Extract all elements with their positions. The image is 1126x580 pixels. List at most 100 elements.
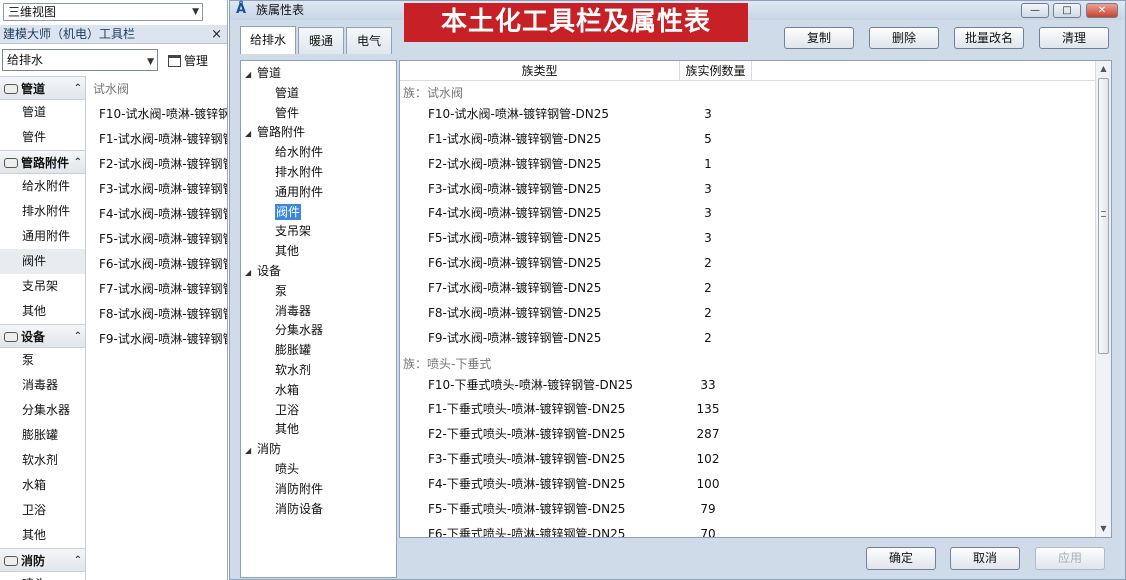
scroll-up-icon[interactable]: ▲ — [1096, 61, 1111, 77]
table-row[interactable]: F2-试水阀-喷淋-镀锌钢管-DN251 — [400, 154, 1100, 174]
category-item[interactable]: 管件 — [0, 125, 85, 150]
table-row[interactable]: F2-下垂式喷头-喷淋-镀锌钢管-DN25287 — [400, 424, 1100, 444]
family-item[interactable]: F1-试水阀-喷淋-镀锌钢管-DN25 — [89, 127, 227, 152]
category-item[interactable]: 消毒器 — [0, 373, 85, 398]
table-row[interactable]: F10-试水阀-喷淋-镀锌钢管-DN253 — [400, 104, 1100, 124]
tree-node[interactable]: 支吊架 — [275, 221, 311, 241]
tree-node[interactable]: 给水附件 — [275, 142, 323, 162]
tree-node[interactable]: 消防设备 — [275, 499, 323, 519]
tree-node[interactable]: 阀件 — [275, 202, 301, 222]
category-item[interactable]: 泵 — [0, 348, 85, 373]
tree-node[interactable]: 其他 — [275, 241, 299, 261]
scroll-down-icon[interactable]: ▼ — [1096, 521, 1111, 537]
category-item[interactable]: 水箱 — [0, 473, 85, 498]
category-item[interactable]: 软水剂 — [0, 448, 85, 473]
collapse-icon[interactable]: ⌃ — [74, 549, 82, 573]
tab-hvac[interactable]: 暖通 — [298, 27, 344, 54]
expand-toggle-icon[interactable]: ◢ — [245, 441, 257, 461]
category-item[interactable]: 分集水器 — [0, 398, 85, 423]
family-item[interactable]: F6-试水阀-喷淋-镀锌钢管-DN25 — [89, 252, 227, 277]
minimize-button[interactable]: — — [1021, 3, 1049, 18]
tree-node[interactable]: 泵 — [275, 281, 287, 301]
tree-node[interactable]: 管件 — [275, 103, 299, 123]
table-row[interactable]: F3-试水阀-喷淋-镀锌钢管-DN253 — [400, 179, 1100, 199]
family-item[interactable]: F4-试水阀-喷淋-镀锌钢管-DN25 — [89, 202, 227, 227]
category-group-header[interactable]: 管路附件⌃ — [0, 150, 85, 174]
tree-node[interactable]: ◢管路附件 — [245, 122, 305, 142]
table-row[interactable]: F3-下垂式喷头-喷淋-镀锌钢管-DN25102 — [400, 449, 1100, 469]
category-group-header[interactable]: 管道⌃ — [0, 76, 85, 100]
tab-water[interactable]: 给排水 — [240, 26, 296, 54]
column-header-family-type[interactable]: 族类型 — [400, 61, 680, 81]
tree-node[interactable]: 卫浴 — [275, 400, 299, 420]
collapse-icon[interactable]: ⌃ — [74, 151, 82, 175]
ok-button[interactable]: 确定 — [866, 547, 936, 570]
table-row[interactable]: F4-试水阀-喷淋-镀锌钢管-DN253 — [400, 203, 1100, 223]
family-item[interactable]: F8-试水阀-喷淋-镀锌钢管-DN25 — [89, 302, 227, 327]
category-item[interactable]: 管道 — [0, 100, 85, 125]
family-item[interactable]: F10-试水阀-喷淋-镀锌钢管-DN25 — [89, 102, 227, 127]
view-select[interactable]: 三维视图 ▼ — [3, 3, 203, 21]
table-row[interactable]: F5-试水阀-喷淋-镀锌钢管-DN253 — [400, 228, 1100, 248]
vertical-scrollbar[interactable]: ▲ ▼ — [1095, 61, 1111, 537]
category-item[interactable]: 卫浴 — [0, 498, 85, 523]
family-item[interactable]: F3-试水阀-喷淋-镀锌钢管-DN25 — [89, 177, 227, 202]
category-group-header[interactable]: 消防⌃ — [0, 548, 85, 572]
tree-node[interactable]: ◢设备 — [245, 261, 281, 281]
tree-node[interactable]: 水箱 — [275, 380, 299, 400]
tree-node[interactable]: 管道 — [275, 83, 299, 103]
category-item[interactable]: 其他 — [0, 523, 85, 548]
tree-node[interactable]: ◢管道 — [245, 63, 281, 83]
cancel-button[interactable]: 取消 — [950, 547, 1020, 570]
tree-node[interactable]: 其他 — [275, 419, 299, 439]
close-icon[interactable]: × — [211, 25, 222, 44]
tree-node[interactable]: 消毒器 — [275, 301, 311, 321]
family-item[interactable]: F2-试水阀-喷淋-镀锌钢管-DN25 — [89, 152, 227, 177]
table-row[interactable]: F10-下垂式喷头-喷淋-镀锌钢管-DN2533 — [400, 375, 1100, 395]
category-item[interactable]: 阀件 — [0, 249, 85, 274]
maximize-button[interactable]: □ — [1053, 3, 1081, 18]
close-button[interactable]: ✕ — [1086, 3, 1118, 18]
table-row[interactable]: F7-试水阀-喷淋-镀锌钢管-DN252 — [400, 278, 1100, 298]
collapse-icon[interactable]: ⌃ — [74, 77, 82, 101]
purge-button[interactable]: 清理 — [1039, 27, 1109, 49]
expand-toggle-icon[interactable]: ◢ — [245, 263, 257, 283]
category-item[interactable]: 排水附件 — [0, 199, 85, 224]
apply-button[interactable]: 应用 — [1035, 547, 1105, 570]
table-row[interactable]: F9-试水阀-喷淋-镀锌钢管-DN252 — [400, 328, 1100, 348]
category-item[interactable]: 通用附件 — [0, 224, 85, 249]
tree-node[interactable]: 消防附件 — [275, 479, 323, 499]
tree-node[interactable]: 喷头 — [275, 459, 299, 479]
chevron-down-icon[interactable]: ▼ — [147, 52, 154, 72]
column-header-instance-count[interactable]: 族实例数量 — [680, 61, 752, 81]
expand-toggle-icon[interactable]: ◢ — [245, 65, 257, 85]
table-row[interactable]: F6-试水阀-喷淋-镀锌钢管-DN252 — [400, 253, 1100, 273]
delete-button[interactable]: 删除 — [869, 27, 939, 49]
tree-node[interactable]: ◢消防 — [245, 439, 281, 459]
tree-node[interactable]: 分集水器 — [275, 320, 323, 340]
manage-button[interactable]: 管理 — [168, 50, 226, 72]
scroll-thumb[interactable] — [1098, 78, 1109, 354]
table-row[interactable]: F6-下垂式喷头-喷淋-镀锌钢管-DN2570 — [400, 524, 1100, 538]
table-row[interactable]: F8-试水阀-喷淋-镀锌钢管-DN252 — [400, 303, 1100, 323]
table-row[interactable]: F1-试水阀-喷淋-镀锌钢管-DN255 — [400, 129, 1100, 149]
category-group-header[interactable]: 设备⌃ — [0, 324, 85, 348]
expand-toggle-icon[interactable]: ◢ — [245, 124, 257, 144]
table-row[interactable]: F1-下垂式喷头-喷淋-镀锌钢管-DN25135 — [400, 399, 1100, 419]
category-item[interactable]: 膨胀罐 — [0, 423, 85, 448]
category-item[interactable]: 支吊架 — [0, 274, 85, 299]
category-item[interactable]: 喷头 — [0, 572, 85, 580]
chevron-down-icon[interactable]: ▼ — [192, 4, 199, 20]
tree-node[interactable]: 通用附件 — [275, 182, 323, 202]
family-item[interactable]: F9-试水阀-喷淋-镀锌钢管-DN25 — [89, 327, 227, 352]
family-item[interactable]: F7-试水阀-喷淋-镀锌钢管-DN25 — [89, 277, 227, 302]
table-row[interactable]: F4-下垂式喷头-喷淋-镀锌钢管-DN25100 — [400, 474, 1100, 494]
tab-electrical[interactable]: 电气 — [346, 27, 392, 54]
collapse-icon[interactable]: ⌃ — [74, 325, 82, 349]
family-item[interactable]: F5-试水阀-喷淋-镀锌钢管-DN25 — [89, 227, 227, 252]
discipline-select[interactable]: 给排水 ▼ — [2, 49, 158, 71]
tree-node[interactable]: 排水附件 — [275, 162, 323, 182]
copy-button[interactable]: 复制 — [784, 27, 854, 49]
batch-rename-button[interactable]: 批量改名 — [954, 27, 1024, 49]
category-item[interactable]: 给水附件 — [0, 174, 85, 199]
